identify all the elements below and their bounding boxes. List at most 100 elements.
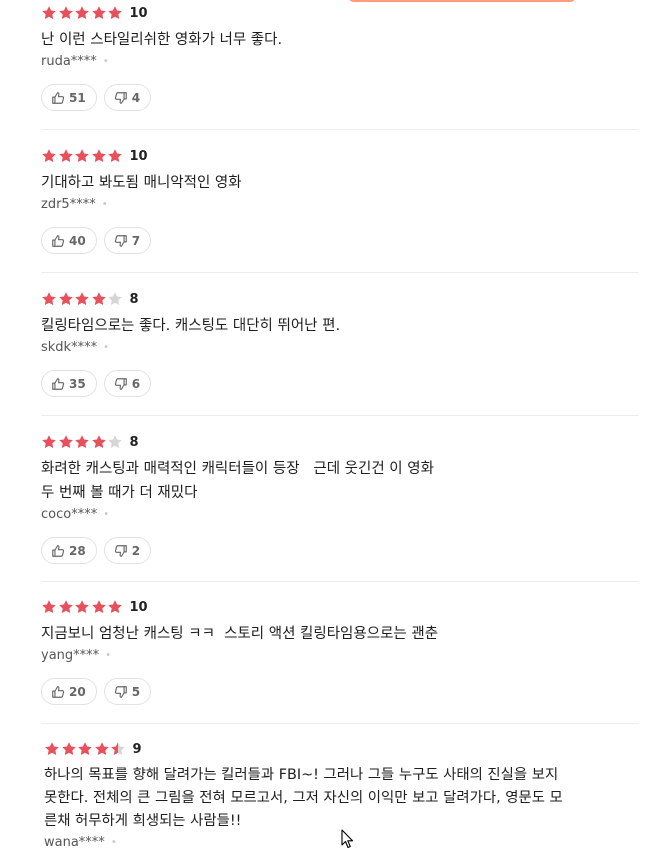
- rating-row: 10: [41, 147, 639, 165]
- star-filled-icon: [78, 742, 92, 755]
- star-filled-icon: [75, 292, 89, 305]
- thumbs-down-icon: [114, 91, 127, 104]
- rating-score: 8: [129, 434, 139, 450]
- reaction-buttons: 28 2: [41, 537, 639, 564]
- star-filled-icon: [42, 292, 56, 305]
- meta-dot: •: [103, 341, 109, 353]
- review-item: 8 킬링타임으로는 좋다. 캐스팅도 대단히 뛰어난 편. skdk**** •…: [41, 290, 639, 397]
- star-empty-icon: [108, 292, 122, 305]
- star-rating: [41, 5, 124, 21]
- review-item: 10 난 이런 스타일리쉬한 영화가 너무 좋다. ruda**** • 51 …: [41, 4, 639, 111]
- review-item: 10 기대하고 봐도됨 매니악적인 영화 zdr5**** • 40 7: [41, 147, 639, 254]
- star-filled-icon: [91, 6, 106, 19]
- star-filled-icon: [91, 435, 106, 448]
- meta-dot: •: [110, 836, 117, 848]
- dislike-button[interactable]: 2: [103, 537, 152, 564]
- star-filled-icon: [58, 435, 73, 448]
- top-accent-bar: [348, 0, 576, 2]
- review-text: 화려한 캐스팅과 매력적인 캐릭터들이 등장 근데 웃긴건 이 영화 두 번째 …: [41, 461, 434, 501]
- reaction-buttons: 40 7: [41, 227, 639, 254]
- star-rating: [41, 291, 124, 307]
- meta-dot: •: [102, 55, 109, 67]
- like-count: 28: [69, 543, 86, 558]
- review-meta: ruda**** •: [41, 52, 639, 70]
- reaction-buttons: 35 6: [41, 370, 639, 397]
- star-filled-icon: [42, 149, 56, 162]
- thumbs-up-icon: [52, 91, 65, 104]
- star-rating: [41, 434, 124, 450]
- dislike-count: 4: [131, 90, 141, 105]
- thumbs-up-icon: [52, 234, 65, 247]
- review-meta: coco**** •: [41, 505, 639, 523]
- star-filled-icon: [42, 600, 56, 613]
- thumbs-down-icon: [114, 685, 127, 698]
- star-filled-icon: [91, 292, 106, 305]
- review-text: 기대하고 봐도됨 매니악적인 영화: [41, 175, 242, 191]
- reaction-buttons: 20 5: [41, 678, 639, 705]
- star-filled-icon: [108, 6, 122, 19]
- star-filled-icon: [75, 435, 89, 448]
- star-rating: [41, 148, 124, 164]
- star-filled-icon: [58, 600, 73, 613]
- like-count: 20: [69, 684, 86, 699]
- divider: [41, 272, 639, 273]
- meta-dot: •: [103, 508, 110, 520]
- review-meta: zdr5**** •: [41, 195, 639, 213]
- dislike-button[interactable]: 6: [103, 370, 152, 397]
- star-filled-icon: [75, 149, 89, 162]
- review-meta: skdk**** •: [41, 338, 639, 356]
- rating-score: 10: [129, 599, 148, 615]
- mouse-cursor-icon: [341, 829, 354, 849]
- rating-row: 9: [44, 740, 642, 758]
- review-item: 8 화려한 캐스팅과 매력적인 캐릭터들이 등장 근데 웃긴건 이 영화 두 번…: [41, 433, 639, 564]
- thumbs-up-icon: [52, 377, 65, 390]
- divider: [41, 581, 639, 582]
- star-filled-icon: [91, 600, 106, 613]
- like-count: 35: [69, 376, 86, 391]
- star-filled-icon: [58, 292, 73, 305]
- dislike-button[interactable]: 7: [103, 227, 152, 254]
- divider: [41, 415, 639, 416]
- dislike-button[interactable]: 5: [103, 678, 152, 705]
- rating-score: 10: [129, 148, 148, 164]
- meta-dot: •: [105, 649, 112, 661]
- rating-score: 10: [129, 5, 148, 21]
- reaction-buttons: 51 4: [41, 84, 639, 111]
- star-filled-icon: [58, 6, 73, 19]
- review-author: yang****: [41, 647, 100, 663]
- dislike-count: 7: [131, 233, 141, 248]
- rating-score: 8: [129, 291, 139, 307]
- meta-dot: •: [101, 198, 108, 210]
- rating-row: 10: [41, 4, 639, 22]
- rating-row: 10: [41, 598, 639, 616]
- like-count: 51: [69, 90, 86, 105]
- dislike-button[interactable]: 4: [103, 84, 152, 111]
- dislike-count: 6: [131, 376, 141, 391]
- review-author: zdr5****: [41, 196, 96, 212]
- like-button[interactable]: 20: [41, 678, 97, 705]
- like-button[interactable]: 28: [41, 537, 97, 564]
- rating-row: 8: [41, 433, 639, 451]
- like-button[interactable]: 35: [41, 370, 97, 397]
- review-author: ruda****: [41, 53, 97, 69]
- star-rating: [44, 741, 127, 757]
- star-filled-icon: [108, 149, 122, 162]
- thumbs-up-icon: [52, 685, 65, 698]
- like-button[interactable]: 51: [41, 84, 97, 111]
- review-meta: yang**** •: [41, 646, 639, 664]
- star-filled-icon: [91, 149, 106, 162]
- thumbs-down-icon: [114, 377, 127, 390]
- like-count: 40: [69, 233, 86, 248]
- like-button[interactable]: 40: [41, 227, 97, 254]
- thumbs-up-icon: [52, 544, 65, 557]
- star-rating: [41, 599, 124, 615]
- star-empty-icon: [108, 435, 122, 448]
- review-text: 킬링타임으로는 좋다. 캐스팅도 대단히 뛰어난 편.: [41, 318, 341, 334]
- star-filled-icon: [58, 149, 73, 162]
- review-author: wana****: [44, 834, 105, 850]
- divider: [41, 723, 639, 724]
- review-author: skdk****: [41, 339, 98, 355]
- review-text: 지금보니 엄청난 캐스팅 ㅋㅋ 스토리 액션 킬링타임용으로는 괜춘: [41, 626, 439, 642]
- star-filled-icon: [108, 600, 122, 613]
- thumbs-down-icon: [114, 234, 127, 247]
